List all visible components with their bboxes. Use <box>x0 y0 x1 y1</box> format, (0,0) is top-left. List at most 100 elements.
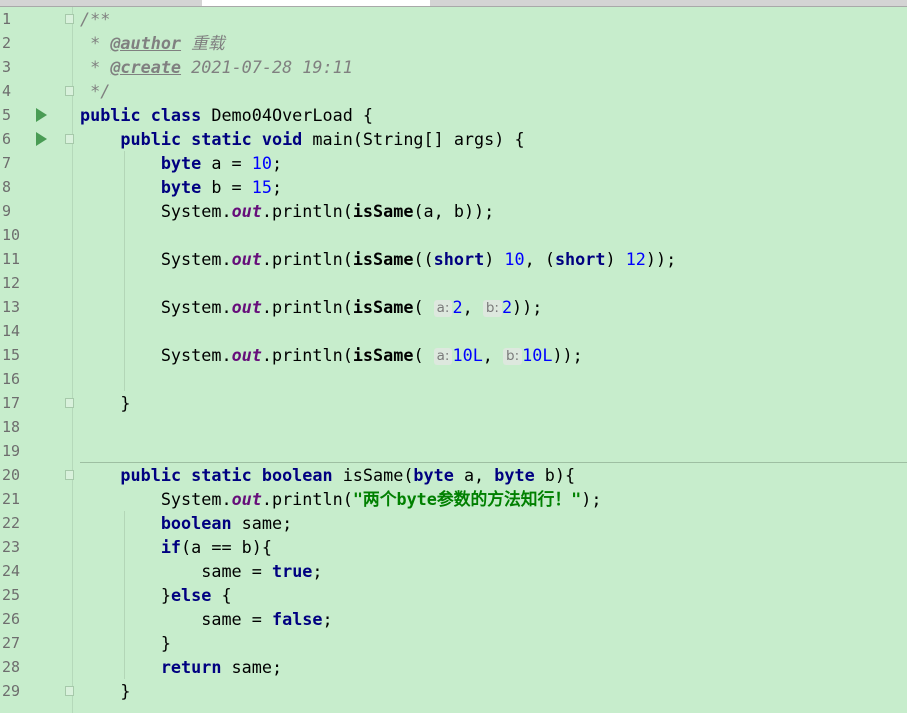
code-line-12[interactable] <box>73 271 907 295</box>
code-line-1[interactable]: /** <box>73 7 907 31</box>
code-text: same = false; <box>80 607 332 631</box>
keyword: byte <box>160 153 202 173</box>
code-token: .println( <box>261 345 353 365</box>
code-token: Demo04OverLoad { <box>201 105 374 125</box>
keyword: byte <box>160 177 202 197</box>
code-line-28[interactable]: return same; <box>73 655 907 679</box>
code-token: ( <box>413 345 434 365</box>
code-token: same; <box>221 657 283 677</box>
code-text: System.out.println(isSame( a: 2, b: 2)); <box>80 295 542 319</box>
code-line-3[interactable]: * @create 2021-07-28 19:11 <box>73 55 907 79</box>
line-number: 22 <box>2 514 21 532</box>
line-number: 17 <box>2 394 21 412</box>
code-line-23[interactable]: if(a == b){ <box>73 535 907 559</box>
code-line-2[interactable]: * @author 重载 <box>73 31 907 55</box>
code-text: System.out.println(isSame( a: 10L, b: 10L)… <box>80 343 583 367</box>
code-line-14[interactable] <box>73 319 907 343</box>
string-literal: "两个byte参数的方法知行！" <box>352 489 582 509</box>
static-field: out <box>231 249 262 269</box>
code-line-27[interactable]: } <box>73 631 907 655</box>
code-text: same = true; <box>80 559 323 583</box>
code-line-7[interactable]: byte a = 10; <box>73 151 907 175</box>
line-number: 2 <box>2 34 12 52</box>
method-name: isSame <box>352 201 414 221</box>
line-number: 7 <box>2 154 12 172</box>
method-name: isSame <box>352 249 414 269</box>
line-number: 29 <box>2 682 21 700</box>
run-icon[interactable] <box>36 108 47 122</box>
code-token: .println( <box>261 201 353 221</box>
code-token: b = <box>201 177 252 197</box>
code-line-13[interactable]: System.out.println(isSame( a: 2, b: 2)); <box>73 295 907 319</box>
code-line-9[interactable]: System.out.println(isSame(a, b)); <box>73 199 907 223</box>
number-literal: 2 <box>501 297 513 317</box>
line-number: 11 <box>2 250 21 268</box>
code-line-4[interactable]: */ <box>73 79 907 103</box>
comment: /** <box>80 9 111 29</box>
code-line-29[interactable]: } <box>73 679 907 703</box>
line-number: 6 <box>2 130 12 148</box>
code-line-21[interactable]: System.out.println("两个byte参数的方法知行！"); <box>73 487 907 511</box>
code-token: } <box>120 681 131 701</box>
code-token: , <box>482 345 504 365</box>
code-line-16[interactable] <box>73 367 907 391</box>
code-token: } <box>160 585 171 605</box>
code-line-6[interactable]: public static void main(String[] args) { <box>73 127 907 151</box>
keyword: if <box>160 537 182 557</box>
line-number: 3 <box>2 58 12 76</box>
code-text: return same; <box>80 655 282 679</box>
code-line-17[interactable]: } <box>73 391 907 415</box>
code-text: System.out.println("两个byte参数的方法知行！"); <box>80 487 602 511</box>
number-literal: 2 <box>452 297 463 317</box>
code-token: (a, b)); <box>413 201 495 221</box>
line-number: 15 <box>2 346 21 364</box>
number-literal: 10 <box>504 249 525 269</box>
code-line-18[interactable] <box>73 415 907 439</box>
code-line-24[interactable]: same = true; <box>73 559 907 583</box>
keyword: byte <box>413 465 454 485</box>
static-field: out <box>231 297 262 317</box>
method-name: isSame <box>352 345 414 365</box>
run-icon[interactable] <box>36 132 47 146</box>
code-line-15[interactable]: System.out.println(isSame( a: 10L, b: 10L)… <box>73 343 907 367</box>
line-number: 27 <box>2 634 21 652</box>
code-line-25[interactable]: }else { <box>73 583 907 607</box>
comment: * <box>80 57 111 77</box>
code-text: * @author 重载 <box>80 31 225 55</box>
code-token: ); <box>581 489 602 509</box>
code-line-11[interactable]: System.out.println(isSame((short) 10, (s… <box>73 247 907 271</box>
code-line-26[interactable]: same = false; <box>73 607 907 631</box>
line-number: 1 <box>2 10 12 28</box>
keyword: true <box>271 561 313 581</box>
code-token: ; <box>312 561 323 581</box>
keyword: return <box>160 657 222 677</box>
code-line-5[interactable]: public class Demo04OverLoad { <box>73 103 907 127</box>
method-name: isSame <box>352 297 414 317</box>
line-number: 10 <box>2 226 21 244</box>
code-line-10[interactable] <box>73 223 907 247</box>
keyword: public static boolean <box>120 465 333 485</box>
editor-tab-active[interactable] <box>202 0 430 6</box>
code-line-8[interactable]: byte b = 15; <box>73 175 907 199</box>
code-token: a = <box>201 153 252 173</box>
code-line-20[interactable]: public static boolean isSame(byte a, byt… <box>73 463 907 487</box>
editor-tab-inactive[interactable] <box>0 0 200 6</box>
comment: */ <box>80 81 111 101</box>
line-number: 26 <box>2 610 21 628</box>
code-line-19[interactable] <box>73 439 907 463</box>
code-token: ; <box>272 177 283 197</box>
code-editor[interactable]: /** * @author 重载 * @create 2021-07-28 19… <box>73 7 907 713</box>
line-number: 28 <box>2 658 21 676</box>
code-token: isSame( <box>332 465 414 485</box>
code-token: System. <box>160 489 232 509</box>
code-line-22[interactable]: boolean same; <box>73 511 907 535</box>
code-token: ) <box>484 249 505 269</box>
code-token: (( <box>413 249 434 269</box>
code-token: System. <box>160 249 232 269</box>
